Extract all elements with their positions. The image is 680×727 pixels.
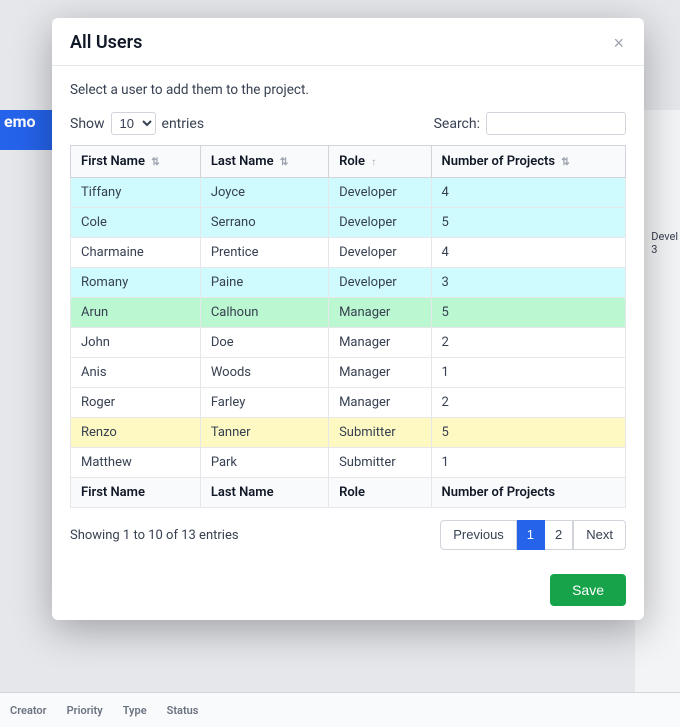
entries-label: entries <box>162 116 205 132</box>
cell-first_name: Tiffany <box>71 178 201 208</box>
footer-col-first-name: First Name <box>71 478 201 508</box>
modal-footer: Save <box>52 564 644 620</box>
cell-projects: 5 <box>431 418 625 448</box>
table-row[interactable]: ColeSerranoDeveloper5 <box>71 208 626 238</box>
col-header-role[interactable]: Role ↑ <box>329 146 431 178</box>
all-users-modal: All Users × Select a user to add them to… <box>52 18 644 620</box>
cell-projects: 5 <box>431 208 625 238</box>
cell-projects: 1 <box>431 358 625 388</box>
cell-last_name: Prentice <box>200 238 328 268</box>
modal-close-button[interactable]: × <box>611 34 626 52</box>
modal-header: All Users × <box>52 18 644 66</box>
search-input[interactable] <box>486 112 626 135</box>
modal-body: Select a user to add them to the project… <box>52 66 644 564</box>
cell-first_name: Charmaine <box>71 238 201 268</box>
cell-projects: 3 <box>431 268 625 298</box>
col-header-projects[interactable]: Number of Projects ⇅ <box>431 146 625 178</box>
table-row[interactable]: ArunCalhounManager5 <box>71 298 626 328</box>
table-row[interactable]: MatthewParkSubmitter1 <box>71 448 626 478</box>
cell-role: Developer <box>329 208 431 238</box>
bg-col-creator: Creator <box>10 704 47 717</box>
search-label: Search: <box>434 116 480 132</box>
entries-select[interactable]: 10 25 50 <box>111 112 156 135</box>
cell-last_name: Woods <box>200 358 328 388</box>
table-row[interactable]: RogerFarleyManager2 <box>71 388 626 418</box>
cell-last_name: Serrano <box>200 208 328 238</box>
cell-last_name: Paine <box>200 268 328 298</box>
cell-last_name: Tanner <box>200 418 328 448</box>
page-1-button[interactable]: 1 <box>517 520 545 550</box>
cell-role: Developer <box>329 178 431 208</box>
cell-role: Developer <box>329 268 431 298</box>
cell-last_name: Farley <box>200 388 328 418</box>
bg-demo-text: emo <box>4 112 36 131</box>
sort-icon-last-name: ⇅ <box>280 157 288 168</box>
cell-projects: 4 <box>431 178 625 208</box>
users-table: First Name ⇅ Last Name ⇅ Role ↑ Number o… <box>70 145 626 508</box>
table-row[interactable]: AnisWoodsManager1 <box>71 358 626 388</box>
cell-role: Developer <box>329 238 431 268</box>
previous-button[interactable]: Previous <box>440 520 517 550</box>
col-header-first-name[interactable]: First Name ⇅ <box>71 146 201 178</box>
sort-icon-projects: ⇅ <box>561 157 569 168</box>
pagination-buttons: Previous 1 2 Next <box>440 520 626 550</box>
cell-projects: 4 <box>431 238 625 268</box>
table-row[interactable]: RenzoTannerSubmitter5 <box>71 418 626 448</box>
cell-role: Manager <box>329 358 431 388</box>
cell-projects: 5 <box>431 298 625 328</box>
cell-last_name: Park <box>200 448 328 478</box>
modal-subtitle: Select a user to add them to the project… <box>70 82 626 98</box>
table-row[interactable]: TiffanyJoyceDeveloper4 <box>71 178 626 208</box>
modal-title: All Users <box>70 32 142 53</box>
cell-last_name: Doe <box>200 328 328 358</box>
cell-role: Manager <box>329 328 431 358</box>
show-label: Show <box>70 116 105 132</box>
table-header-row: First Name ⇅ Last Name ⇅ Role ↑ Number o… <box>71 146 626 178</box>
table-row[interactable]: CharmainePrenticeDeveloper4 <box>71 238 626 268</box>
col-label-last-name: Last Name <box>211 154 274 169</box>
cell-first_name: Renzo <box>71 418 201 448</box>
table-row[interactable]: JohnDoeManager2 <box>71 328 626 358</box>
cell-projects: 1 <box>431 448 625 478</box>
sort-icon-first-name: ⇅ <box>151 157 159 168</box>
cell-first_name: Romany <box>71 268 201 298</box>
save-button[interactable]: Save <box>550 574 626 606</box>
next-button[interactable]: Next <box>573 520 626 550</box>
col-label-role: Role <box>339 154 365 169</box>
cell-role: Submitter <box>329 448 431 478</box>
cell-role: Manager <box>329 298 431 328</box>
cell-projects: 2 <box>431 388 625 418</box>
col-header-last-name[interactable]: Last Name ⇅ <box>200 146 328 178</box>
sort-icon-role: ↑ <box>371 157 376 168</box>
table-row[interactable]: RomanyPaineDeveloper3 <box>71 268 626 298</box>
show-entries-control: Show 10 25 50 entries <box>70 112 204 135</box>
bg-col-type: Type <box>123 704 147 717</box>
cell-first_name: Arun <box>71 298 201 328</box>
col-label-projects: Number of Projects <box>442 154 556 169</box>
page-2-button[interactable]: 2 <box>545 520 573 550</box>
table-footer-row: First Name Last Name Role Number of Proj… <box>71 478 626 508</box>
showing-text: Showing 1 to 10 of 13 entries <box>70 528 239 543</box>
footer-col-projects: Number of Projects <box>431 478 625 508</box>
cell-last_name: Joyce <box>200 178 328 208</box>
cell-first_name: Anis <box>71 358 201 388</box>
col-label-first-name: First Name <box>81 154 145 169</box>
cell-first_name: Matthew <box>71 448 201 478</box>
cell-first_name: Cole <box>71 208 201 238</box>
bg-right-label: Devel3 <box>651 230 678 256</box>
cell-role: Manager <box>329 388 431 418</box>
cell-role: Submitter <box>329 418 431 448</box>
cell-projects: 2 <box>431 328 625 358</box>
bg-col-status: Status <box>167 704 199 717</box>
search-area: Search: <box>434 112 626 135</box>
footer-col-last-name: Last Name <box>200 478 328 508</box>
cell-last_name: Calhoun <box>200 298 328 328</box>
bg-col-priority: Priority <box>67 704 103 717</box>
cell-first_name: John <box>71 328 201 358</box>
cell-first_name: Roger <box>71 388 201 418</box>
footer-col-role: Role <box>329 478 431 508</box>
table-controls: Show 10 25 50 entries Search: <box>70 112 626 135</box>
pagination-area: Showing 1 to 10 of 13 entries Previous 1… <box>70 520 626 550</box>
